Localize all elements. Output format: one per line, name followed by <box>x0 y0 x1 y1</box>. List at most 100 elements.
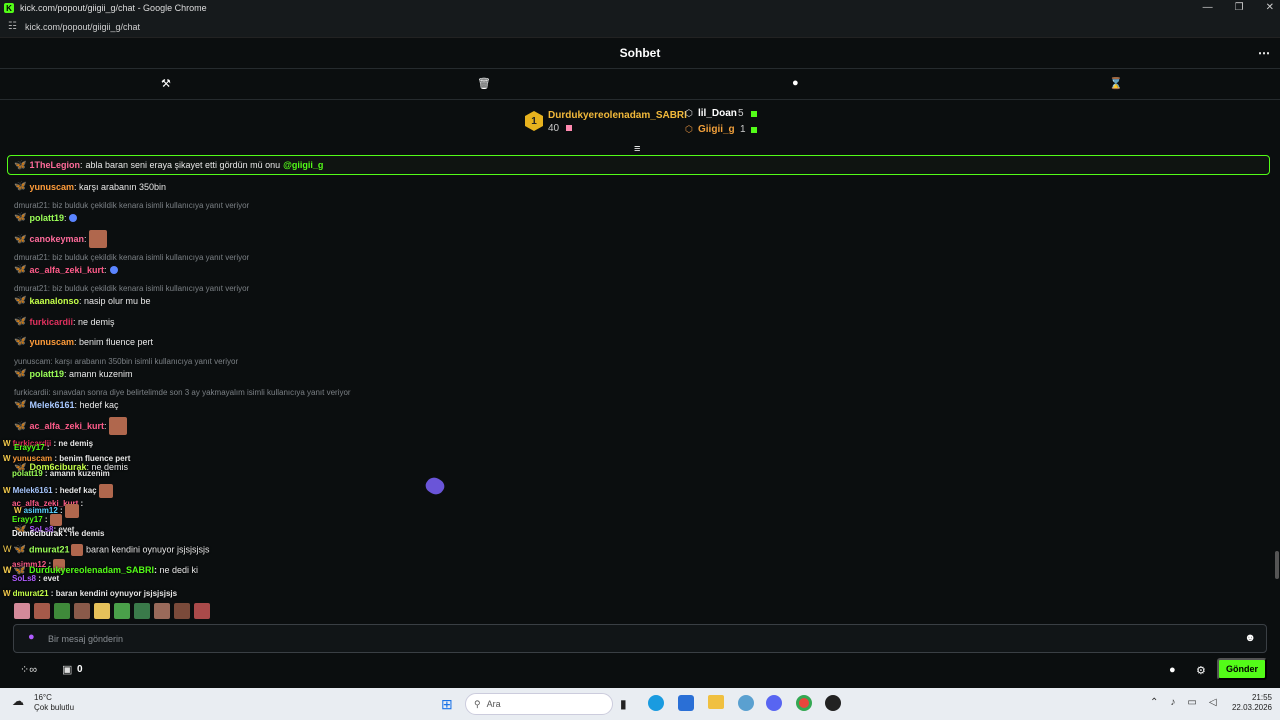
message-user[interactable]: kaanalonso <box>29 296 79 306</box>
overlay-user: dmurat21 <box>12 589 49 598</box>
hourglass-icon[interactable]: ⌛ <box>1109 77 1123 90</box>
windows-start-icon[interactable]: ⊞ <box>441 696 453 713</box>
search-icon: ⚲ <box>474 698 481 709</box>
emote-icon[interactable] <box>14 603 30 619</box>
chat-message[interactable]: 🦋 yunuscam: karşı arabanın 350bin <box>14 181 166 192</box>
butterfly-badge-icon: 🦋 <box>14 316 27 327</box>
overlay-text: amann kuzenim <box>49 469 110 478</box>
network-icon[interactable]: ▭ <box>1187 697 1196 708</box>
discord-icon[interactable] <box>766 695 782 711</box>
emote-icon[interactable] <box>114 603 130 619</box>
chat-message[interactable]: 🦋 ac_alfa_zeki_kurt: <box>14 417 127 435</box>
hammer-icon[interactable]: ⚒ <box>161 77 171 90</box>
emote-icon[interactable] <box>174 603 190 619</box>
address-bar[interactable]: ☷ kick.com/popout/giigii_g/chat <box>0 16 1280 38</box>
chat-message[interactable]: 🦋 kaanalonso: nasip olur mu be <box>14 295 151 306</box>
emote-icon <box>109 265 118 274</box>
leader-first-count: 40 <box>548 123 560 134</box>
leader-third-count: 1 <box>740 124 746 135</box>
microphone-icon[interactable]: ● <box>28 631 35 643</box>
emote-icon[interactable] <box>94 603 110 619</box>
emote-icon[interactable] <box>154 603 170 619</box>
message-user[interactable]: canokeyman <box>29 234 84 244</box>
message-input[interactable]: ● Bir mesaj gönderin ☻ <box>13 624 1267 653</box>
emote-icon <box>98 484 113 498</box>
leader-second-name[interactable]: lil_Doan <box>698 108 737 119</box>
message-user[interactable]: polatt19 <box>29 369 64 379</box>
app-icon[interactable] <box>825 695 841 711</box>
site-info-icon[interactable]: ☷ <box>8 21 17 32</box>
taskbar-search[interactable]: ⚲ Ara <box>465 693 613 715</box>
clock[interactable]: 21:55 22.03.2026 <box>1232 693 1272 713</box>
message-text: ne demiş <box>77 316 115 327</box>
chat-message[interactable]: 🦋 Melek6161: hedef kaç <box>14 399 119 410</box>
chat-title: Sohbet <box>619 46 661 60</box>
chat-message[interactable]: 🦋 polatt19: <box>14 212 78 223</box>
restore-button[interactable]: ❐ <box>1235 0 1244 16</box>
minimize-button[interactable]: — <box>1203 0 1213 16</box>
pinned-user[interactable]: 1TheLegion <box>29 160 80 170</box>
chat-message[interactable]: 🦋 ac_alfa_zeki_kurt: <box>14 264 118 275</box>
edge-icon[interactable] <box>648 695 664 711</box>
settings-app-icon[interactable] <box>738 695 754 711</box>
emote-icon[interactable] <box>74 603 90 619</box>
more-options-icon[interactable]: ⋯ <box>1258 46 1270 60</box>
pinned-message[interactable]: 🦋 1TheLegion : abla baran seni eraya şik… <box>7 155 1270 175</box>
leader-third-name[interactable]: Giigii_g <box>698 124 735 135</box>
task-view-icon[interactable]: ▮ <box>620 697 627 711</box>
overlay-message: W Melek6161 : hedef kaç <box>3 484 113 498</box>
chat-message[interactable]: 🦋 polatt19: amann kuzenim <box>14 368 133 379</box>
message-text: benim fluence pert <box>79 336 154 347</box>
gear-icon[interactable]: ⚙ <box>1196 664 1206 677</box>
message-user[interactable]: furkicardii <box>29 317 73 327</box>
emote-icon[interactable] <box>194 603 210 619</box>
emote-icon <box>69 213 78 222</box>
butterfly-badge-icon: 🦋 <box>14 295 27 306</box>
file-explorer-icon[interactable] <box>708 695 724 709</box>
chat-footer: ⁘∞ ▣ 0 ● ⚙ Gönder <box>0 656 1280 688</box>
chat-settings-bubble-icon[interactable]: ● <box>1169 664 1176 676</box>
emote-icon[interactable] <box>54 603 70 619</box>
message-user[interactable]: polatt19 <box>29 213 64 223</box>
pinned-mention[interactable]: @giigii_g <box>283 160 323 170</box>
message-user[interactable]: yunuscam <box>29 337 74 347</box>
bird-sticker-icon <box>423 474 447 498</box>
recent-emotes <box>14 603 210 619</box>
send-button[interactable]: Gönder <box>1217 658 1267 680</box>
browser-title-bar: K kick.com/popout/giigii_g/chat - Google… <box>0 0 1280 16</box>
microphone-tray-icon[interactable]: ♪ <box>1170 697 1175 708</box>
message-user[interactable]: ac_alfa_zeki_kurt <box>29 265 104 275</box>
close-window-button[interactable]: ✕ <box>1266 0 1274 16</box>
trash-icon[interactable]: 🗑 <box>477 77 491 90</box>
overlay-user: polatt19 <box>12 469 43 478</box>
chat-bubble-icon[interactable]: ● <box>792 77 799 89</box>
overlay-message: SoLs8 : evet <box>12 574 60 583</box>
message-user[interactable]: yunuscam <box>29 182 74 192</box>
chat-message[interactable]: 🦋 furkicardii: ne demiş <box>14 316 115 327</box>
chrome-icon[interactable] <box>796 695 812 711</box>
channel-points-icon[interactable]: ⁘∞ <box>20 663 37 676</box>
chevron-up-icon[interactable]: ⌃ <box>1150 697 1158 708</box>
volume-icon[interactable]: ◁ <box>1209 697 1217 708</box>
message-user[interactable]: ac_alfa_zeki_kurt <box>29 421 104 431</box>
weather-widget[interactable]: ☁ 16°C Çok bulutlu <box>12 693 74 713</box>
chat-message[interactable]: 🦋 yunuscam: benim fluence pert <box>14 336 153 347</box>
overlay-message: polatt19 : amann kuzenim <box>12 469 110 478</box>
clock-time: 21:55 <box>1251 693 1272 702</box>
overlay-text: baran kendini oynuyor jsjsjsjsjs <box>55 589 178 598</box>
message-placeholder: Bir mesaj gönderin <box>48 634 124 644</box>
message-text: hedef kaç <box>79 399 119 410</box>
store-app-icon[interactable] <box>678 695 694 711</box>
chat-message[interactable]: 🦋 canokeyman: <box>14 230 107 248</box>
overlay-user: Melek6161 <box>12 486 53 496</box>
leader-first-name[interactable]: Durdukyereolenadam_SABRI <box>548 110 687 121</box>
sort-icon[interactable]: ≡ <box>634 143 640 155</box>
bronze-badge-icon: ⬡ <box>685 124 693 134</box>
emote-icon[interactable] <box>134 603 150 619</box>
gift-leaderboard: 1 Durdukyereolenadam_SABRI 40 lil_Doan ⬡… <box>0 100 1280 144</box>
emoji-picker-icon[interactable]: ☻ <box>1244 632 1256 644</box>
emote-icon[interactable] <box>34 603 50 619</box>
chat-scrollbar[interactable] <box>1275 551 1279 579</box>
message-user[interactable]: Melek6161 <box>29 400 74 410</box>
store-icon[interactable]: ▣ <box>62 663 72 676</box>
